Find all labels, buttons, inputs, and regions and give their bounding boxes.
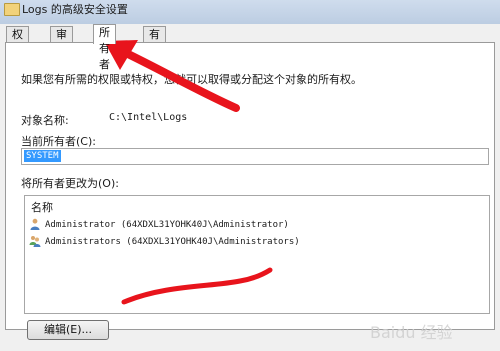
owner-description: 如果您有所需的权限或特权，您就可以取得或分配这个对象的所有权。: [21, 73, 362, 86]
tab-auditing[interactable]: 审核: [50, 26, 73, 57]
advanced-security-dialog: 权限 审核 所有者 有效权限 如果您有所需的权限或特权，您就可以取得或分配这个对…: [0, 24, 500, 351]
object-name-label: 对象名称:: [21, 114, 69, 127]
current-owner-field[interactable]: SYSTEM: [21, 148, 489, 165]
window-title: Logs 的高级安全设置: [22, 3, 128, 16]
edit-button[interactable]: 编辑(E)...: [27, 320, 109, 340]
object-name-value: C:\Intel\Logs: [109, 112, 188, 123]
tab-owner[interactable]: 所有者: [93, 24, 116, 71]
owner-name: Administrator (64XDXL31YOHK40J\Administr…: [45, 220, 289, 230]
owner-name: Administrators (64XDXL31YOHK40J\Administ…: [45, 237, 300, 247]
watermark-text: Baidu 经验: [370, 323, 453, 342]
folder-icon: [4, 3, 20, 16]
single-user-icon: [30, 218, 40, 230]
owner-panel: 如果您有所需的权限或特权，您就可以取得或分配这个对象的所有权。 对象名称: C:…: [5, 42, 495, 340]
tab-effective-permissions[interactable]: 有效权限: [143, 26, 166, 89]
window-titlebar: Logs 的高级安全设置: [0, 0, 500, 24]
baidu-watermark: Baidu 经验: [370, 323, 453, 342]
owner-candidates-list[interactable]: 名称 Administrator (64XDXL31YOHK40J\Admini…: [24, 195, 490, 314]
change-owner-label: 将所有者更改为(O):: [21, 177, 119, 190]
list-column-name[interactable]: 名称: [31, 199, 53, 215]
current-owner-value[interactable]: SYSTEM: [24, 150, 61, 162]
tab-permissions[interactable]: 权限: [6, 26, 29, 57]
group-users-icon: [29, 236, 41, 247]
current-owner-label: 当前所有者(C):: [21, 135, 96, 148]
